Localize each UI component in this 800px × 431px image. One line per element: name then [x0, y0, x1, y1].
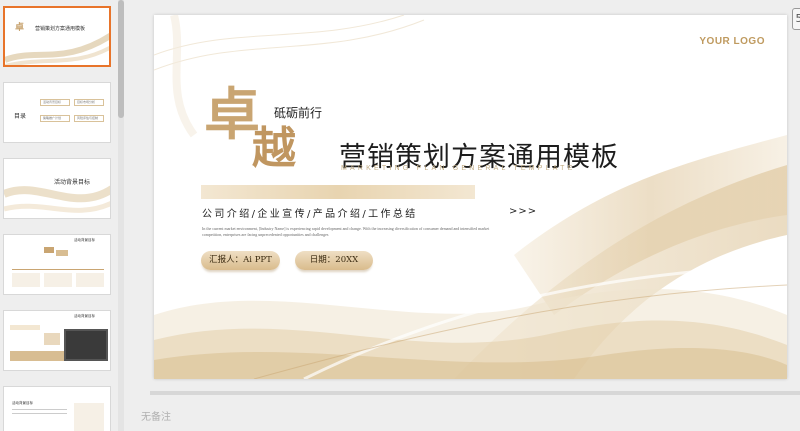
thumbnail-scrollbar-thumb[interactable]: [118, 0, 124, 118]
date-pill: 日期：20XX: [295, 251, 373, 270]
toc-item-box: 目标市场分析: [74, 99, 104, 106]
slide-subtitle: MARKETING PLAN GENERAL TEMPLATE: [341, 165, 576, 172]
slide-thumbnail-3[interactable]: 活动背景目标: [3, 158, 111, 219]
toc-item-box: 风险评估与控制: [74, 115, 104, 122]
slide-thumbnail-2[interactable]: 目录 活动背景目标 目标市场分析 策略推广计划 风险评估与控制: [3, 82, 111, 143]
slide-thumbnail-4[interactable]: 活动背景目标: [3, 234, 111, 295]
thumbnail-title: 活动背景目标: [12, 401, 33, 405]
panel-toggle-button[interactable]: 5: [792, 8, 800, 30]
company-logo: YOUR LOGO: [699, 36, 765, 47]
thumbnail-waves: [5, 32, 109, 65]
slide-thumbnail-1[interactable]: 卓 营销策划方案通用模板: [3, 6, 111, 67]
section-nav-text: 公司介绍/企业宣传/产品介绍/工作总结: [202, 209, 418, 220]
nav-arrow-icon: >>>: [509, 206, 538, 217]
slide-thumbnail-panel: 卓 营销策划方案通用模板 目录 活动背景目标 目标市场分析 策略推广计划 风险评…: [0, 0, 126, 431]
slide-description: In the current market environment, [Indu…: [202, 226, 490, 237]
slide-thumbnail-6[interactable]: 活动背景目标: [3, 386, 111, 431]
thumbnail-title: 活动背景目标: [74, 238, 95, 242]
thumbnail-title: 活动背景目标: [74, 314, 95, 318]
decorative-char-yue: 越: [252, 123, 296, 174]
reporter-pill: 汇报人：Ai PPT: [201, 251, 280, 270]
thumbnail-title: 营销策划方案通用模板: [35, 26, 86, 32]
thumbnail-title: 活动背景目标: [54, 179, 91, 186]
thumbnail-waves: [4, 185, 110, 213]
thumbnail-big-char: 卓: [15, 23, 25, 33]
horizontal-scrollbar[interactable]: [150, 391, 800, 395]
toc-item-box: 活动背景目标: [40, 99, 70, 106]
slide-motto: 砥砺前行: [274, 106, 323, 120]
thumbnail-image: [64, 329, 108, 361]
notes-placeholder[interactable]: 无备注: [141, 408, 171, 423]
slide-thumbnail-5[interactable]: 活动背景目标: [3, 310, 111, 371]
gold-decorative-bar: [201, 185, 475, 199]
main-slide-canvas[interactable]: YOUR LOGO 卓 越 砥砺前行 营销策划方案通用模板 MARKETING …: [154, 15, 787, 379]
toc-item-box: 策略推广计划: [40, 115, 70, 122]
thumbnail-title: 目录: [14, 113, 27, 120]
